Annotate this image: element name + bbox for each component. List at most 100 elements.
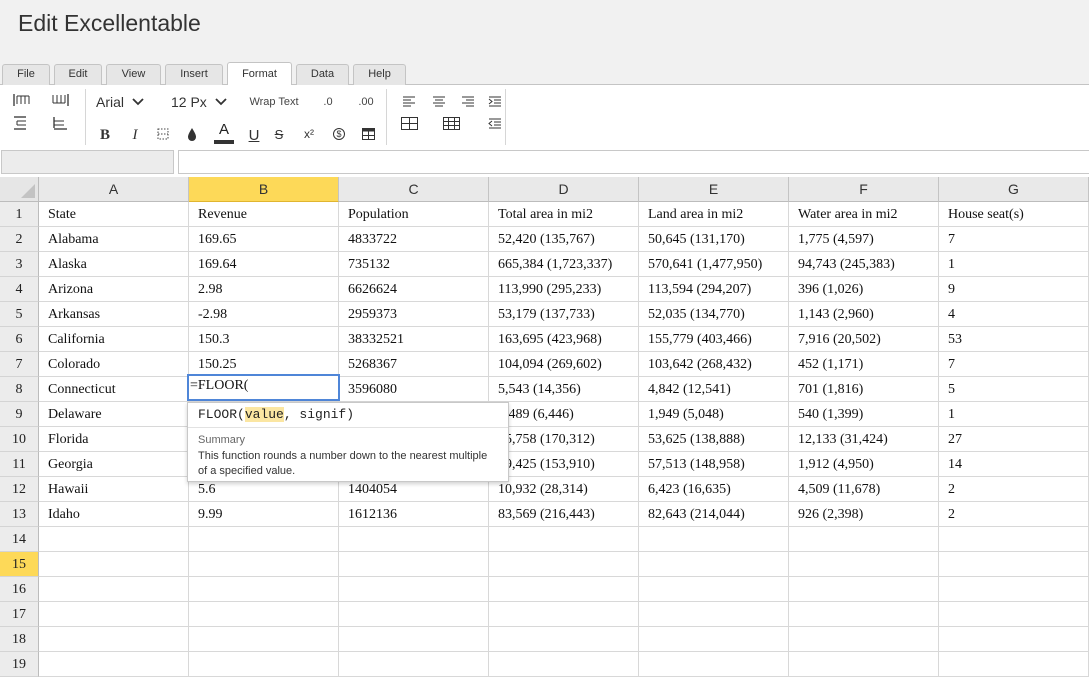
row-header[interactable]: 1 <box>0 202 39 227</box>
cell-e10[interactable]: 53,625 (138,888) <box>639 427 789 452</box>
cell-f14[interactable] <box>789 527 939 552</box>
cell-g12[interactable]: 2 <box>939 477 1089 502</box>
cell-b6[interactable]: 150.3 <box>189 327 339 352</box>
cell-c19[interactable] <box>339 652 489 677</box>
cell-b2[interactable]: 169.65 <box>189 227 339 252</box>
cell-a3[interactable]: Alaska <box>39 252 189 277</box>
cell-g3[interactable]: 1 <box>939 252 1089 277</box>
cell-g9[interactable]: 1 <box>939 402 1089 427</box>
cell-a11[interactable]: Georgia <box>39 452 189 477</box>
decrease-decimals-button[interactable]: .0 <box>316 93 340 111</box>
cell-c8[interactable]: 3596080 <box>339 377 489 402</box>
cell-d6[interactable]: 163,695 (423,968) <box>489 327 639 352</box>
cell-a13[interactable]: Idaho <box>39 502 189 527</box>
cell-c17[interactable] <box>339 602 489 627</box>
cell-a10[interactable]: Florida <box>39 427 189 452</box>
unmerge-cells-icon[interactable] <box>441 115 461 131</box>
cell-g2[interactable]: 7 <box>939 227 1089 252</box>
align-left-icon[interactable] <box>400 93 418 109</box>
cell-g13[interactable]: 2 <box>939 502 1089 527</box>
cell-a1[interactable]: State <box>39 202 189 227</box>
row-header[interactable]: 15 <box>0 552 39 577</box>
superscript-button[interactable]: x² <box>299 125 319 143</box>
cell-g14[interactable] <box>939 527 1089 552</box>
cell-a15[interactable] <box>39 552 189 577</box>
increase-decimals-button[interactable]: .00 <box>352 93 380 111</box>
cell-b4[interactable]: 2.98 <box>189 277 339 302</box>
cell-f17[interactable] <box>789 602 939 627</box>
cell-a16[interactable] <box>39 577 189 602</box>
cell-f8[interactable]: 701 (1,816) <box>789 377 939 402</box>
cell-f9[interactable]: 540 (1,399) <box>789 402 939 427</box>
cell-e1[interactable]: Land area in mi2 <box>639 202 789 227</box>
cell-d12[interactable]: 10,932 (28,314) <box>489 477 639 502</box>
cell-f15[interactable] <box>789 552 939 577</box>
cell-a14[interactable] <box>39 527 189 552</box>
strikethrough-button[interactable]: S <box>270 125 288 143</box>
wrap-text-button[interactable]: Wrap Text <box>243 93 305 111</box>
column-header-d[interactable]: D <box>489 177 639 202</box>
insert-column-right-icon[interactable] <box>48 114 72 132</box>
cell-g15[interactable] <box>939 552 1089 577</box>
row-header[interactable]: 10 <box>0 427 39 452</box>
cell-c14[interactable] <box>339 527 489 552</box>
cell-b1[interactable]: Revenue <box>189 202 339 227</box>
cell-d1[interactable]: Total area in mi2 <box>489 202 639 227</box>
cell-e2[interactable]: 50,645 (131,170) <box>639 227 789 252</box>
cell-a5[interactable]: Arkansas <box>39 302 189 327</box>
cell-editor[interactable]: =FLOOR( <box>187 374 340 401</box>
column-header-c[interactable]: C <box>339 177 489 202</box>
row-header[interactable]: 17 <box>0 602 39 627</box>
cell-d7[interactable]: 104,094 (269,602) <box>489 352 639 377</box>
cell-e14[interactable] <box>639 527 789 552</box>
cell-d2[interactable]: 52,420 (135,767) <box>489 227 639 252</box>
cell-g18[interactable] <box>939 627 1089 652</box>
cell-g17[interactable] <box>939 602 1089 627</box>
row-header[interactable]: 6 <box>0 327 39 352</box>
currency-format-button[interactable]: $ <box>329 125 349 143</box>
cell-e9[interactable]: 1,949 (5,048) <box>639 402 789 427</box>
row-header[interactable]: 14 <box>0 527 39 552</box>
column-header-a[interactable]: A <box>39 177 189 202</box>
align-right-icon[interactable] <box>459 93 477 109</box>
cell-d16[interactable] <box>489 577 639 602</box>
insert-column-left-icon[interactable] <box>10 114 34 132</box>
indent-icon[interactable] <box>486 93 504 109</box>
row-header[interactable]: 18 <box>0 627 39 652</box>
row-header[interactable]: 8 <box>0 377 39 402</box>
formula-bar[interactable] <box>178 150 1089 174</box>
cell-g1[interactable]: House seat(s) <box>939 202 1089 227</box>
cell-g4[interactable]: 9 <box>939 277 1089 302</box>
row-header[interactable]: 12 <box>0 477 39 502</box>
cell-d15[interactable] <box>489 552 639 577</box>
cell-f13[interactable]: 926 (2,398) <box>789 502 939 527</box>
cell-a8[interactable]: Connecticut <box>39 377 189 402</box>
cell-b3[interactable]: 169.64 <box>189 252 339 277</box>
cell-f11[interactable]: 1,912 (4,950) <box>789 452 939 477</box>
cell-d19[interactable] <box>489 652 639 677</box>
tab-help[interactable]: Help <box>353 64 406 85</box>
row-header[interactable]: 19 <box>0 652 39 677</box>
table-format-icon[interactable] <box>358 125 378 143</box>
cell-e15[interactable] <box>639 552 789 577</box>
row-header[interactable]: 2 <box>0 227 39 252</box>
cell-e3[interactable]: 570,641 (1,477,950) <box>639 252 789 277</box>
row-header[interactable]: 16 <box>0 577 39 602</box>
cell-g7[interactable]: 7 <box>939 352 1089 377</box>
underline-button[interactable]: U <box>244 125 264 145</box>
cell-c2[interactable]: 4833722 <box>339 227 489 252</box>
font-family-select[interactable]: Arial <box>96 93 156 111</box>
cell-d11[interactable]: 59,425 (153,910) <box>489 452 639 477</box>
cell-f2[interactable]: 1,775 (4,597) <box>789 227 939 252</box>
cell-e6[interactable]: 155,779 (403,466) <box>639 327 789 352</box>
cell-d13[interactable]: 83,569 (216,443) <box>489 502 639 527</box>
cell-b13[interactable]: 9.99 <box>189 502 339 527</box>
cell-f10[interactable]: 12,133 (31,424) <box>789 427 939 452</box>
cell-f18[interactable] <box>789 627 939 652</box>
outdent-icon[interactable] <box>486 115 504 131</box>
cell-a4[interactable]: Arizona <box>39 277 189 302</box>
cell-c7[interactable]: 5268367 <box>339 352 489 377</box>
tab-insert[interactable]: Insert <box>165 64 223 85</box>
font-size-select[interactable]: 12 Px <box>171 93 233 111</box>
row-header[interactable]: 4 <box>0 277 39 302</box>
